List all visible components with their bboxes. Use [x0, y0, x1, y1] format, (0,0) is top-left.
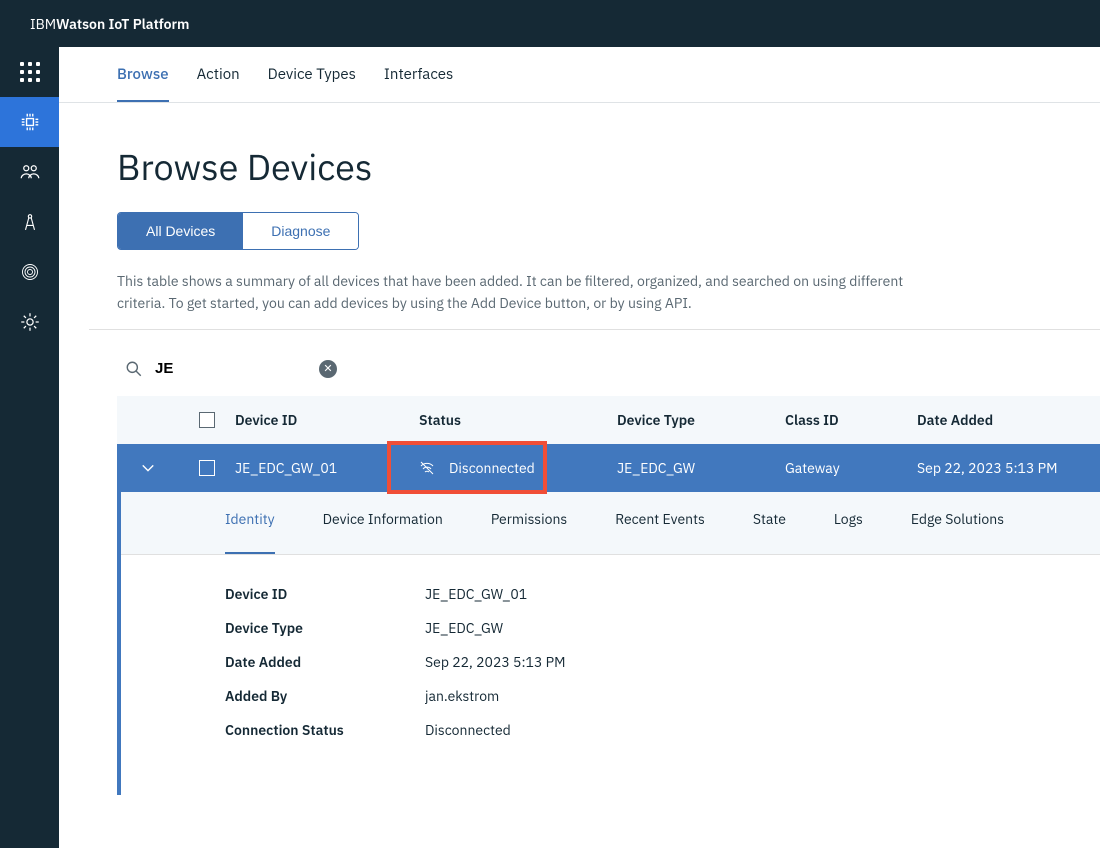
col-device-type[interactable]: Device Type — [617, 411, 785, 429]
compass-icon — [21, 212, 39, 232]
col-status[interactable]: Status — [419, 411, 617, 429]
cell-date-added: Sep 22, 2023 5:13 PM — [917, 459, 1100, 477]
detail-tab-device-information[interactable]: Device Information — [323, 510, 443, 540]
members-icon — [20, 162, 40, 182]
clear-search-icon[interactable]: ✕ — [319, 360, 337, 378]
row-checkbox[interactable] — [199, 460, 215, 476]
brand-prefix: IBM — [30, 15, 56, 33]
side-navigation — [0, 47, 59, 848]
label-date-added: Date Added — [225, 653, 425, 671]
detail-tab-edge-solutions[interactable]: Edge Solutions — [911, 510, 1004, 540]
page-description: This table shows a summary of all device… — [117, 270, 937, 315]
sidenav-settings[interactable] — [0, 297, 59, 347]
detail-tab-identity[interactable]: Identity — [225, 510, 275, 554]
identity-panel: Device IDJE_EDC_GW_01 Device TypeJE_EDC_… — [121, 555, 1100, 795]
col-device-id[interactable]: Device ID — [235, 411, 419, 429]
detail-tab-logs[interactable]: Logs — [834, 510, 863, 540]
sidenav-devices[interactable] — [0, 97, 59, 147]
cell-device-type: JE_EDC_GW — [617, 459, 785, 477]
main-content: Browse Action Device Types Interfaces Br… — [59, 47, 1100, 848]
cell-device-id: JE_EDC_GW_01 — [235, 459, 419, 477]
value-device-type: JE_EDC_GW — [425, 619, 503, 637]
label-device-type: Device Type — [225, 619, 425, 637]
top-tabs: Browse Action Device Types Interfaces — [59, 47, 1100, 103]
chip-icon — [19, 111, 41, 133]
apps-grid-icon — [20, 62, 40, 82]
label-connection-status: Connection Status — [225, 721, 425, 739]
label-device-id: Device ID — [225, 585, 425, 603]
table-header-row: Device ID Status Device Type Class ID Da… — [117, 396, 1100, 444]
top-header: IBM Watson IoT Platform — [0, 0, 1100, 47]
disconnected-icon — [419, 460, 435, 476]
tab-browse[interactable]: Browse — [117, 65, 169, 102]
cell-class-id: Gateway — [785, 459, 917, 477]
gear-icon — [20, 312, 40, 332]
tab-interfaces[interactable]: Interfaces — [384, 65, 453, 102]
sidenav-fingerprint[interactable] — [0, 247, 59, 297]
sidenav-apps[interactable] — [0, 47, 59, 97]
value-date-added: Sep 22, 2023 5:13 PM — [425, 653, 566, 671]
tab-action[interactable]: Action — [197, 65, 240, 102]
col-class-id[interactable]: Class ID — [785, 411, 917, 429]
sidenav-compass[interactable] — [0, 197, 59, 247]
value-device-id: JE_EDC_GW_01 — [425, 585, 527, 603]
segment-all-devices[interactable]: All Devices — [118, 213, 243, 249]
value-added-by: jan.ekstrom — [425, 687, 499, 705]
detail-tab-recent-events[interactable]: Recent Events — [615, 510, 705, 540]
search-input[interactable] — [155, 360, 315, 377]
label-added-by: Added By — [225, 687, 425, 705]
select-all-checkbox[interactable] — [199, 412, 215, 428]
devices-table: Device ID Status Device Type Class ID Da… — [117, 396, 1100, 795]
search-bar: ✕ — [117, 330, 1100, 396]
search-icon — [125, 360, 143, 378]
sidenav-members[interactable] — [0, 147, 59, 197]
detail-tabs: Identity Device Information Permissions … — [121, 492, 1100, 555]
page-content: Browse Devices All Devices Diagnose This… — [59, 103, 1100, 315]
fingerprint-icon — [20, 262, 40, 282]
chevron-down-icon[interactable] — [141, 461, 155, 475]
page-title: Browse Devices — [117, 143, 1070, 190]
table-row[interactable]: JE_EDC_GW_01 Disconnected JE_EDC_GW Gate… — [117, 444, 1100, 492]
value-connection-status: Disconnected — [425, 721, 511, 739]
cell-status: Disconnected — [449, 459, 535, 477]
device-detail-panel: Identity Device Information Permissions … — [117, 492, 1100, 795]
detail-tab-permissions[interactable]: Permissions — [491, 510, 567, 540]
segment-diagnose[interactable]: Diagnose — [243, 213, 358, 249]
detail-tab-state[interactable]: State — [753, 510, 786, 540]
tab-device-types[interactable]: Device Types — [268, 65, 356, 102]
view-toggle: All Devices Diagnose — [117, 212, 359, 250]
col-date-added[interactable]: Date Added — [917, 411, 1100, 429]
brand-name: Watson IoT Platform — [56, 15, 189, 33]
